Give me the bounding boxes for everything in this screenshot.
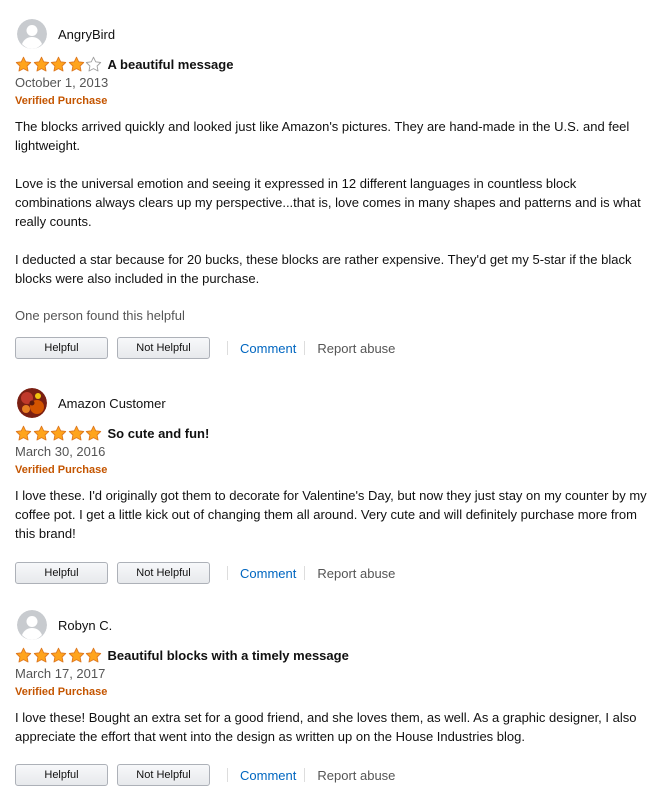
report-abuse-link[interactable]: Report abuse	[317, 566, 395, 581]
star-empty-icon	[85, 56, 102, 71]
star-filled-icon	[50, 56, 67, 71]
review-paragraph: I love these! Bought an extra set for a …	[15, 710, 637, 744]
review-title[interactable]: Beautiful blocks with a timely message	[108, 648, 349, 663]
star-rating[interactable]	[15, 56, 103, 73]
star-rating[interactable]	[15, 647, 103, 664]
photo-avatar-icon	[17, 388, 47, 418]
review-date: March 30, 2016	[15, 444, 106, 459]
star-filled-icon	[68, 647, 84, 662]
verified-purchase-badge[interactable]: Verified Purchase	[15, 683, 655, 701]
star-filled-icon	[68, 425, 84, 440]
reviewer-name: Amazon Customer	[58, 395, 166, 411]
review-card: AngryBird A beautiful message October 1,…	[15, 18, 655, 360]
star-filled-icon	[33, 56, 49, 71]
reviewer-name: Robyn C.	[58, 617, 113, 633]
star-filled-icon	[15, 647, 32, 662]
comment-link[interactable]: Comment	[240, 566, 296, 581]
helpful-button[interactable]: Helpful	[15, 337, 108, 359]
divider	[304, 341, 306, 355]
review-card: Robyn C. Beautiful blocks with a timely …	[15, 609, 655, 787]
review-paragraph: I love these. I'd originally got them to…	[15, 488, 647, 541]
review-paragraph: Love is the universal emotion and seeing…	[15, 176, 641, 229]
comment-link[interactable]: Comment	[240, 341, 296, 356]
divider	[227, 566, 228, 580]
star-filled-icon	[33, 425, 49, 440]
reviewer-profile[interactable]: Robyn C.	[17, 609, 655, 641]
reviewer-name: AngryBird	[58, 26, 116, 42]
star-filled-icon	[15, 56, 32, 71]
star-filled-icon	[85, 647, 102, 662]
review-body: I love these! Bought an extra set for a …	[15, 708, 655, 746]
divider	[227, 341, 228, 355]
divider	[304, 566, 306, 580]
comment-link[interactable]: Comment	[240, 768, 296, 783]
divider	[304, 768, 306, 782]
star-filled-icon	[85, 425, 102, 440]
review-body: The blocks arrived quickly and looked ju…	[15, 117, 655, 288]
star-rating[interactable]	[15, 425, 103, 442]
review-paragraph: I deducted a star because for 20 bucks, …	[15, 252, 632, 286]
default-avatar-icon	[17, 19, 47, 49]
review-card: Amazon Customer So cute and fun! March 3…	[15, 387, 655, 585]
star-filled-icon	[50, 647, 67, 662]
review-title[interactable]: So cute and fun!	[108, 426, 210, 441]
rating-line: So cute and fun!	[15, 423, 655, 443]
star-filled-icon	[33, 647, 49, 662]
not-helpful-button[interactable]: Not Helpful	[117, 562, 210, 584]
star-filled-icon	[15, 425, 32, 440]
verified-purchase-badge[interactable]: Verified Purchase	[15, 92, 655, 110]
review-actions: Helpful Not Helpful Comment Report abuse	[15, 336, 655, 360]
not-helpful-button[interactable]: Not Helpful	[117, 337, 210, 359]
review-actions: Helpful Not Helpful Comment Report abuse	[15, 561, 655, 585]
star-filled-icon	[68, 56, 84, 71]
helpful-button[interactable]: Helpful	[15, 764, 108, 786]
review-paragraph: The blocks arrived quickly and looked ju…	[15, 119, 630, 153]
not-helpful-button[interactable]: Not Helpful	[117, 764, 210, 786]
rating-line: A beautiful message	[15, 54, 655, 74]
review-actions: Helpful Not Helpful Comment Report abuse	[15, 763, 655, 787]
default-avatar-icon	[17, 610, 47, 640]
helpful-count: One person found this helpful	[15, 308, 185, 323]
report-abuse-link[interactable]: Report abuse	[317, 768, 395, 783]
divider	[227, 768, 228, 782]
report-abuse-link[interactable]: Report abuse	[317, 341, 395, 356]
review-body: I love these. I'd originally got them to…	[15, 486, 655, 543]
verified-purchase-badge[interactable]: Verified Purchase	[15, 461, 655, 479]
helpful-button[interactable]: Helpful	[15, 562, 108, 584]
review-date: March 17, 2017	[15, 666, 106, 681]
review-title[interactable]: A beautiful message	[108, 57, 234, 72]
rating-line: Beautiful blocks with a timely message	[15, 645, 655, 665]
reviewer-profile[interactable]: AngryBird	[17, 18, 655, 50]
review-date: October 1, 2013	[15, 75, 109, 90]
star-filled-icon	[50, 425, 67, 440]
reviewer-profile[interactable]: Amazon Customer	[17, 387, 655, 419]
